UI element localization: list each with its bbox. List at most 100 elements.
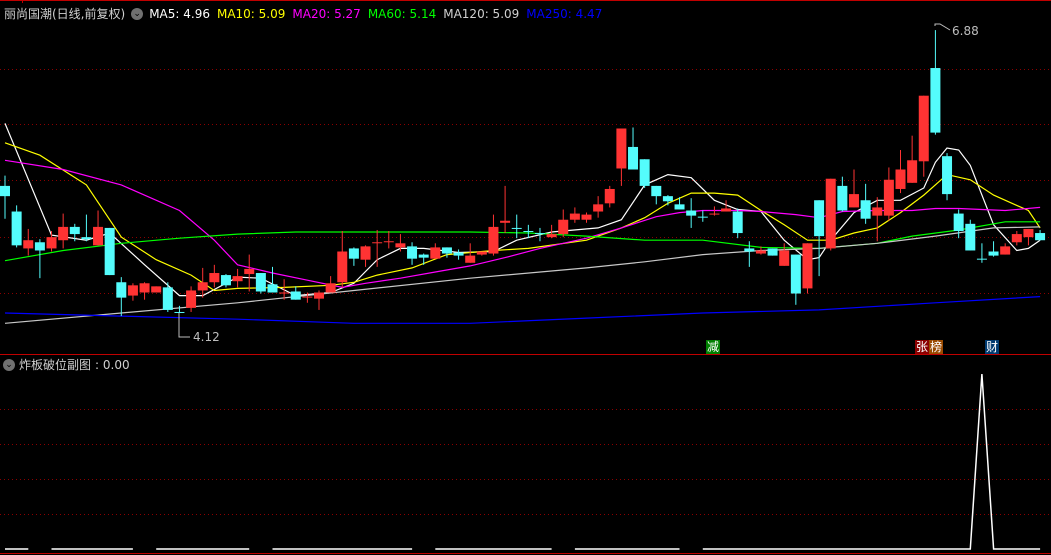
candle	[790, 254, 801, 305]
candle	[988, 241, 999, 257]
candle-body	[1023, 228, 1034, 238]
candle-body	[674, 204, 685, 210]
candle-body	[46, 237, 57, 249]
candle-body	[872, 207, 883, 216]
candle	[1023, 228, 1034, 246]
candle	[186, 286, 197, 312]
indicator-segment	[702, 373, 1041, 550]
candle	[965, 219, 976, 251]
candle	[814, 200, 825, 277]
candle	[174, 305, 185, 313]
candle-body	[965, 223, 976, 251]
candle-body	[197, 282, 208, 291]
candle-body	[162, 287, 173, 310]
chart-canvas[interactable]	[0, 0, 1051, 555]
candle	[534, 227, 545, 242]
candle-body	[337, 251, 348, 283]
candle	[314, 290, 325, 310]
high-pointer	[934, 23, 951, 31]
candle-body	[0, 185, 10, 197]
candle-body	[58, 226, 69, 241]
candle-body	[918, 95, 929, 162]
candle	[674, 197, 685, 210]
candle-body	[825, 178, 836, 249]
event-tag-limit-up-1[interactable]: 张	[915, 340, 930, 354]
ma-legend-ma20: MA20: 5.27	[292, 6, 361, 21]
event-tag-limit-up-2[interactable]: 榜	[929, 340, 944, 354]
candle-body	[732, 211, 743, 234]
candle-body	[546, 234, 557, 238]
candle-body	[372, 242, 383, 244]
candle-body	[290, 291, 301, 300]
candle	[883, 167, 894, 221]
candle-body	[1000, 246, 1011, 255]
candle	[360, 245, 371, 267]
candle-body	[314, 292, 325, 299]
candle-body	[593, 204, 604, 212]
candle	[453, 249, 464, 260]
candle-body	[81, 237, 92, 240]
sub-panel-header: ⌄ 炸板破位副图 : 0.00	[3, 356, 130, 373]
candle	[976, 243, 987, 263]
candle-body	[942, 156, 953, 195]
candle	[860, 183, 871, 224]
candle	[11, 205, 22, 248]
ma-line-ma60	[4, 221, 1041, 262]
event-tag-reduce[interactable]: 减	[706, 340, 721, 354]
candle-body	[779, 250, 790, 266]
candle	[662, 195, 673, 206]
candle-body	[569, 213, 580, 220]
candle-body	[534, 233, 545, 235]
candle-body	[127, 285, 138, 296]
candle	[802, 243, 813, 294]
candle-body	[383, 241, 394, 243]
candle-body	[848, 194, 859, 208]
candle	[0, 175, 10, 219]
candle-body	[418, 254, 429, 258]
candle	[372, 229, 383, 267]
event-tag-finance[interactable]: 财	[985, 340, 1000, 354]
ma-legend-ma10: MA10: 5.09	[216, 6, 286, 21]
candle	[430, 243, 441, 259]
candle-body	[628, 146, 639, 170]
candle-body	[267, 284, 278, 293]
candle-body	[302, 296, 313, 298]
candle	[232, 268, 243, 288]
candle-body	[976, 258, 987, 260]
candle	[686, 198, 697, 228]
candle	[1000, 243, 1011, 255]
candle-body	[790, 254, 801, 294]
candle	[500, 185, 511, 234]
candle-body	[581, 214, 592, 220]
candle	[628, 127, 639, 170]
candle-body	[895, 169, 906, 189]
candle-body	[476, 251, 487, 255]
candle-body	[709, 213, 720, 215]
chevron-down-icon[interactable]: ⌄	[131, 7, 144, 20]
candle	[651, 185, 662, 205]
candle	[255, 273, 266, 294]
candle-body	[953, 213, 964, 231]
candle	[930, 30, 941, 135]
sub-panel-title: 炸板破位副图	[19, 358, 92, 372]
ma-legend-ma5: MA5: 4.96	[149, 6, 210, 21]
chevron-down-icon[interactable]: ⌄	[3, 358, 15, 371]
candle	[244, 254, 255, 292]
candle-body	[255, 273, 266, 292]
candle-body	[1035, 233, 1046, 241]
candle-body	[814, 200, 825, 237]
candle-body	[697, 216, 708, 218]
candle	[139, 282, 150, 300]
candle	[46, 231, 57, 252]
candle	[383, 231, 394, 249]
candle	[558, 209, 569, 238]
candle	[942, 153, 953, 201]
candle-body	[209, 273, 220, 283]
ma-line-ma10	[4, 142, 1041, 292]
candle	[116, 277, 127, 317]
candle-body	[988, 251, 999, 256]
candle-body	[325, 283, 336, 293]
candle-body	[662, 196, 673, 202]
candle	[290, 286, 301, 300]
candle-body	[930, 68, 941, 133]
